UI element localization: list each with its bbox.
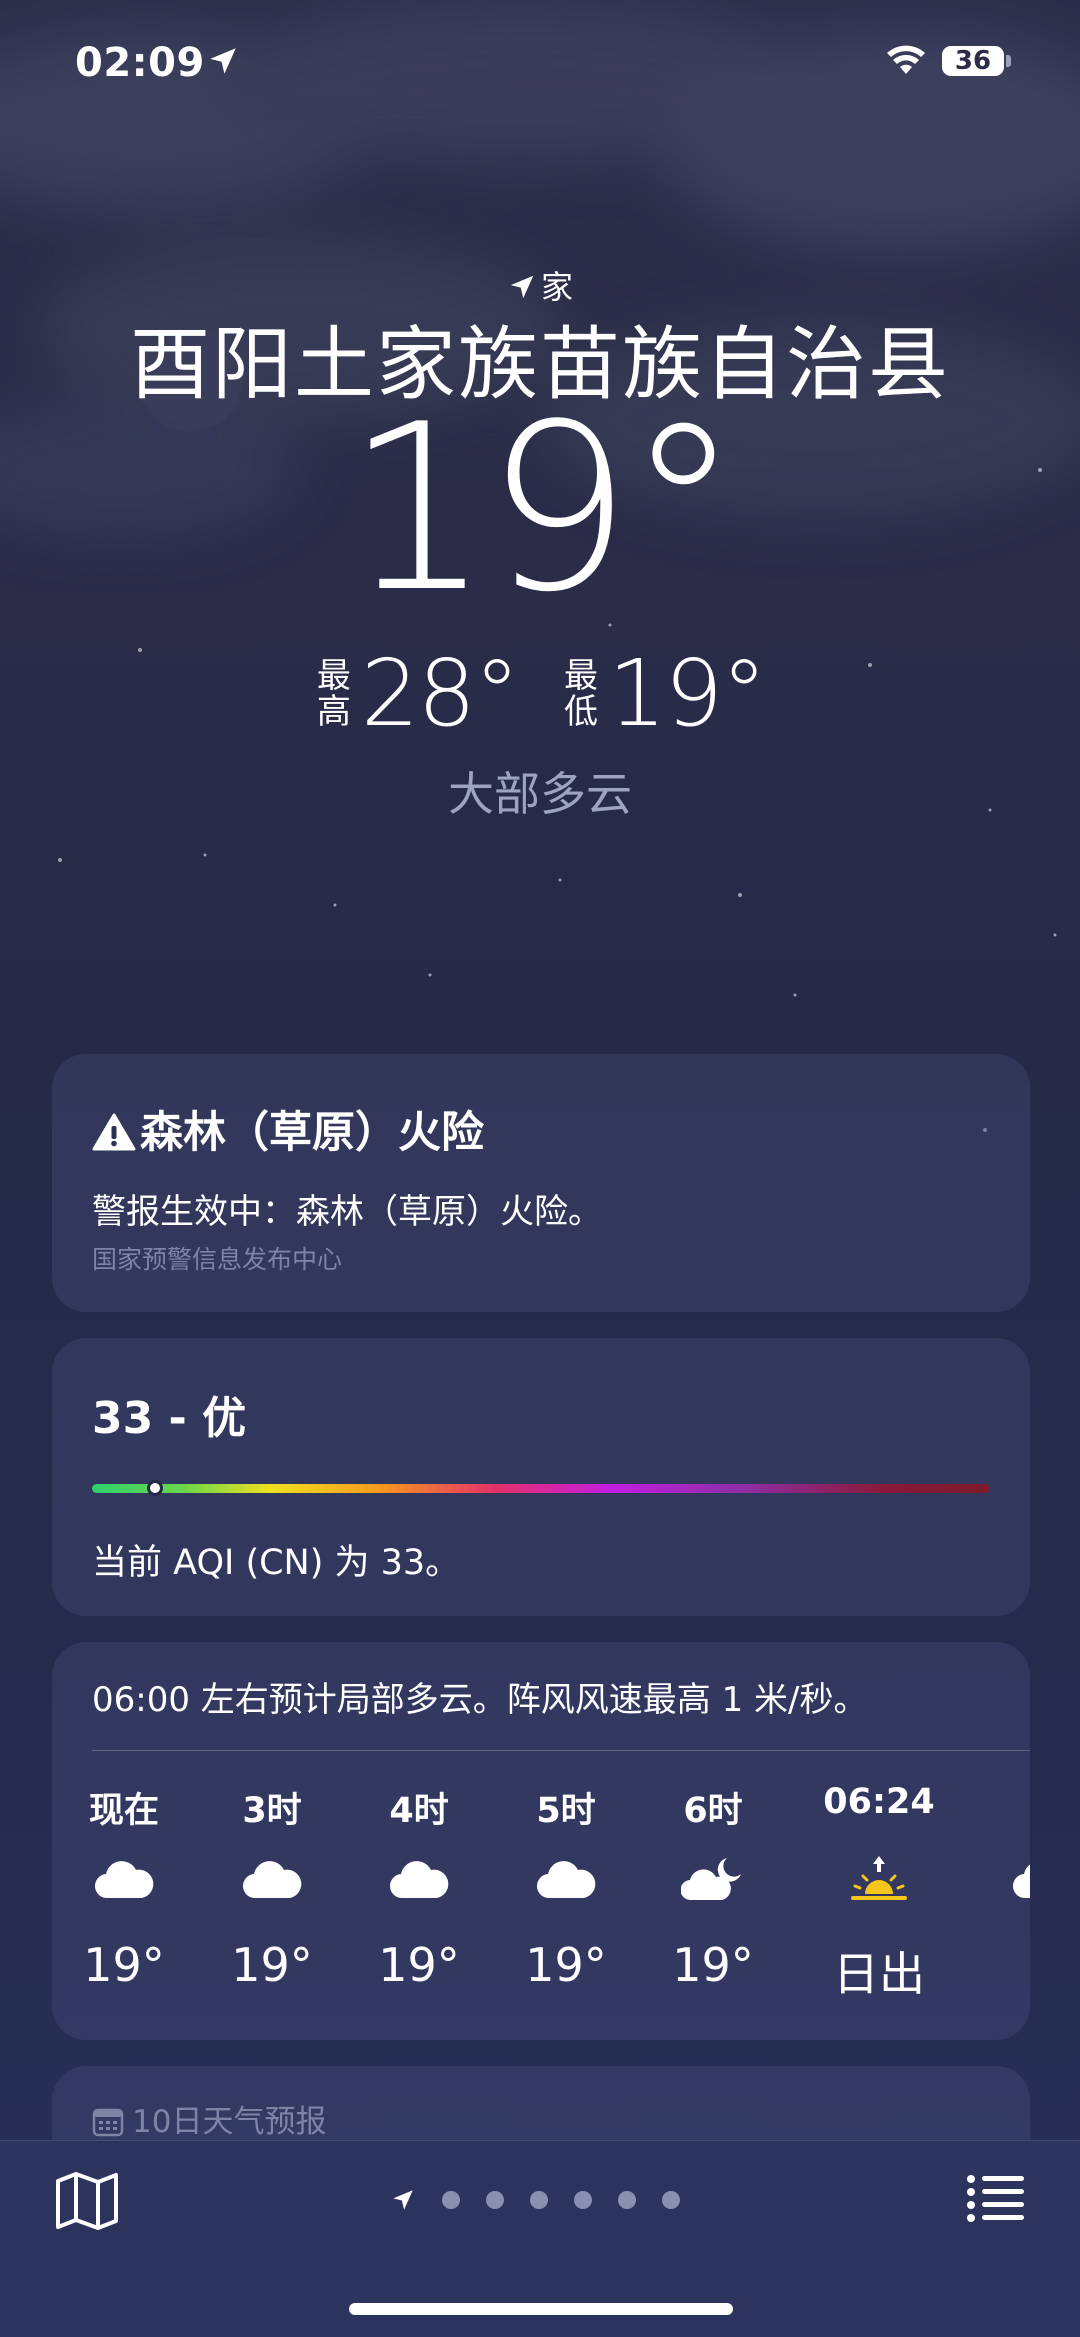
hour-label: 6时 [683, 1791, 743, 1831]
map-icon[interactable] [54, 2171, 120, 2231]
location-arrow-icon[interactable] [390, 2187, 416, 2213]
hour-column: 现在 19° [64, 1782, 184, 1992]
high-temperature: 28° [360, 640, 520, 747]
hour-column: 6时 19° [653, 1782, 773, 1992]
high-low-temperature: 最高 28° 最低 19° [0, 640, 1080, 747]
low-label: 最低 [564, 655, 598, 732]
location-arrow-icon [510, 275, 534, 299]
low-temperature: 19° [608, 640, 767, 747]
home-indicator[interactable] [349, 2303, 733, 2315]
aqi-indicator-dot [146, 1480, 163, 1496]
hourly-summary: 06:00 左右预计局部多云。阵风风速最高 1 米/秒。 [92, 1680, 868, 1720]
cloud-icon [64, 1840, 184, 1920]
sunrise-icon [819, 1840, 939, 1920]
cloud-icon [212, 1840, 332, 1920]
aqi-description: 当前 AQI (CN) 为 33。 [92, 1543, 461, 1583]
alert-card[interactable]: 森林（草原）火险 警报生效中：森林（草原）火险。 国家预警信息发布中心 [52, 1054, 1030, 1312]
hour-column: 5时 19° [506, 1782, 626, 1992]
alert-title: 森林（草原）火险 [140, 1108, 484, 1158]
status-bar: 02:09 36 [0, 40, 1080, 90]
hour-temperature: 1 [982, 1938, 1030, 1992]
hour-temperature: 日出 [833, 1947, 925, 2001]
hour-temperature: 19° [83, 1938, 165, 1992]
hour-column: 06:24 日出 [819, 1782, 939, 2004]
hour-temperature: 19° [231, 1938, 313, 1992]
page-indicator[interactable] [390, 2185, 700, 2215]
hour-column: 71 [982, 1782, 1030, 1992]
hour-label: 4时 [389, 1791, 449, 1831]
high-label: 最高 [316, 655, 351, 732]
hour-column: 3时 19° [212, 1782, 332, 1992]
current-temperature: 19° [345, 376, 741, 643]
hour-label: 7 [982, 1782, 1031, 1830]
calendar-icon [92, 2108, 124, 2137]
list-icon[interactable] [966, 2173, 1026, 2225]
status-time: 02:09 [75, 40, 205, 86]
alert-title-row: 森林（草原）火险 [92, 1098, 484, 1160]
cloud-icon [506, 1840, 626, 1920]
location-arrow-icon [210, 48, 236, 74]
hourly-forecast-card[interactable]: 06:00 左右预计局部多云。阵风风速最高 1 米/秒。 现在 19° 3时 19° 4… [52, 1642, 1030, 2040]
warning-icon [92, 1113, 136, 1151]
page-dot[interactable] [530, 2191, 548, 2209]
hour-temperature: 19° [525, 1938, 607, 1992]
forecast-title-row: 10日天气预报 [92, 2096, 326, 2141]
divider [92, 1750, 1030, 1751]
wifi-icon [887, 45, 925, 74]
hour-label: 5时 [536, 1791, 596, 1831]
hour-column: 4时 19° [359, 1782, 479, 1992]
battery-nub [1006, 55, 1011, 67]
hour-label: 06:24 [823, 1782, 935, 1822]
cloud-icon [359, 1840, 479, 1920]
page-dot[interactable] [574, 2191, 592, 2209]
battery-level: 36 [942, 46, 1004, 76]
hour-label: 现在 [88, 1791, 159, 1831]
page-dot[interactable] [618, 2191, 636, 2209]
alert-body: 警报生效中：森林（草原）火险。 [92, 1192, 602, 1232]
air-quality-card[interactable]: 33 - 优 当前 AQI (CN) 为 33。 [52, 1338, 1030, 1616]
hour-label: 3时 [242, 1791, 302, 1831]
page-dot[interactable] [486, 2191, 504, 2209]
cloud-icon [982, 1840, 1030, 1920]
alert-source: 国家预警信息发布中心 [92, 1245, 343, 1274]
page-dot[interactable] [662, 2191, 680, 2209]
cloud-moon-icon [653, 1840, 773, 1920]
forecast-title: 10日天气预报 [132, 2104, 327, 2140]
page-dot[interactable] [442, 2191, 460, 2209]
aqi-title: 33 - 优 [92, 1393, 247, 1444]
aqi-scale-bar [92, 1480, 990, 1496]
hour-temperature: 19° [378, 1938, 460, 1992]
hour-temperature: 19° [672, 1938, 754, 1992]
weather-condition: 大部多云 [448, 767, 632, 821]
